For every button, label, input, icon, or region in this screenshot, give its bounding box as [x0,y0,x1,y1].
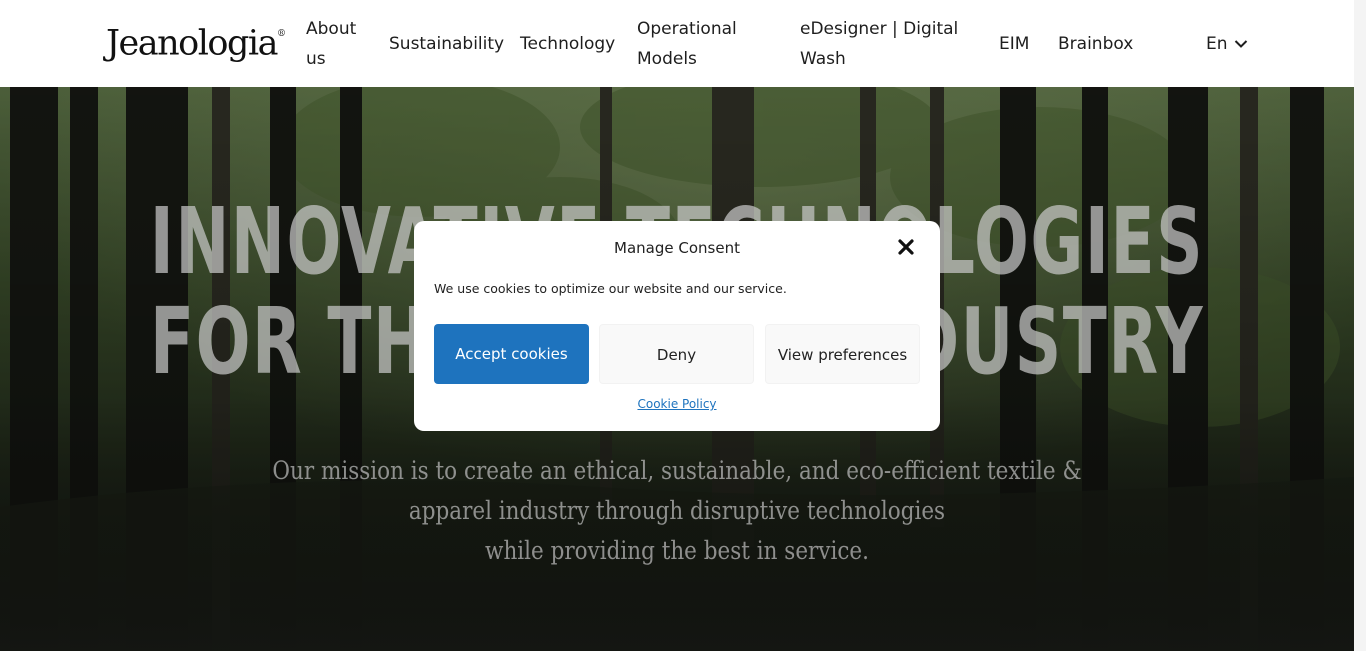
cookie-consent-dialog: Manage Consent We use cookies to optimiz… [414,221,940,431]
logo-text: Jeanologia [106,23,278,64]
nav-item-brainbox[interactable]: Brainbox [1058,29,1133,59]
cookie-policy-link[interactable]: Cookie Policy [414,395,940,413]
chevron-down-icon [1234,39,1248,49]
site-header: Jeanologia® About us Sustainability Tech… [0,0,1354,87]
deny-button[interactable]: Deny [599,324,754,384]
nav-item-eim[interactable]: EIM [999,29,1029,59]
consent-title: Manage Consent [614,239,740,257]
nav-item-technology[interactable]: Technology [520,29,615,59]
scrollbar-thumb[interactable] [1356,0,1364,651]
logo-registered-mark: ® [276,29,286,39]
nav-item-operational-models[interactable]: Operational Models [637,14,757,74]
nav-item-about-us[interactable]: About us [306,14,366,74]
nav-item-edesigner-digital-wash[interactable]: eDesigner | Digital Wash [800,14,970,74]
page: Jeanologia® About us Sustainability Tech… [0,0,1366,651]
logo[interactable]: Jeanologia® [106,18,286,66]
consent-message: We use cookies to optimize our website a… [434,281,787,296]
accept-cookies-button[interactable]: Accept cookies [434,324,589,384]
page-scrollbar[interactable] [1354,0,1366,651]
language-label: En [1206,34,1228,54]
view-preferences-button[interactable]: View preferences [765,324,920,384]
language-selector[interactable]: En [1206,29,1248,59]
nav-item-sustainability[interactable]: Sustainability [389,29,504,59]
close-icon[interactable] [896,237,916,257]
